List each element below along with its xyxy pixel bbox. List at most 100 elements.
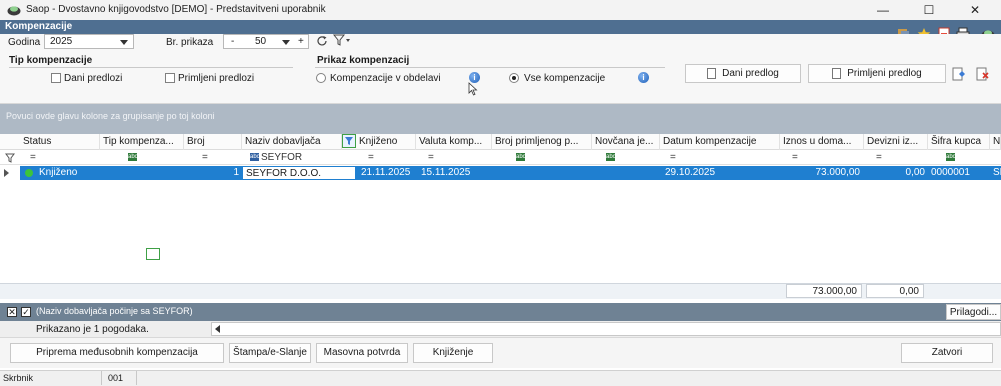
chevron-down-icon xyxy=(120,40,128,45)
column-header-currency-date[interactable]: Valuta komp... xyxy=(416,134,492,150)
total-amount-foreign: 0,00 xyxy=(866,284,924,298)
info-icon[interactable]: i xyxy=(638,72,649,83)
order-stepper[interactable]: - 50 + xyxy=(223,34,309,49)
filter-supplier-value: SEYFOR xyxy=(261,152,303,163)
all-compensations-label: Vse kompenzacije xyxy=(524,73,606,84)
filter-currency-equals[interactable]: = xyxy=(422,150,434,165)
column-header-compensation-date[interactable]: Datum kompenzacije xyxy=(660,134,780,150)
column-header-extra[interactable]: N xyxy=(990,134,1001,150)
empty-square-icon xyxy=(146,248,160,260)
filter-icon[interactable] xyxy=(333,34,351,46)
received-proposals-label: Primljeni predlozi xyxy=(178,73,255,84)
minimize-button[interactable]: — xyxy=(860,0,906,20)
column-header-amount-foreign[interactable]: Devizni iz... xyxy=(864,134,928,150)
row-compensation-date: 29.10.2025 xyxy=(665,167,716,178)
refresh-icon[interactable] xyxy=(316,35,328,47)
type-group-divider xyxy=(9,67,293,68)
column-header-amount-domestic[interactable]: Iznos u doma... xyxy=(780,134,864,150)
contains-icon: abc xyxy=(516,153,526,162)
status-divider xyxy=(136,371,137,385)
given-proposal-label: Dani predlog xyxy=(722,68,779,79)
contains-icon: abc xyxy=(946,153,956,162)
filter-row-icon xyxy=(5,153,15,163)
module-title: Kompenzacije xyxy=(5,21,73,32)
filter-supplier[interactable]: abcSEYFOR xyxy=(244,150,302,165)
column-header-type[interactable]: Tip kompenza... xyxy=(100,134,184,150)
document-icon xyxy=(832,68,842,79)
horizontal-scrollbar[interactable] xyxy=(211,322,1001,336)
row-status: Knjiženo xyxy=(39,167,78,178)
order-value: 50 xyxy=(255,36,267,47)
row-customer-code: 0000001 xyxy=(931,167,970,178)
status-bar xyxy=(0,370,1001,386)
filter-number-equals[interactable]: = xyxy=(196,150,208,165)
received-proposal-button[interactable]: Primljeni predlog xyxy=(808,64,946,83)
delete-document-icon[interactable] xyxy=(976,67,990,81)
given-proposals-checkbox[interactable] xyxy=(51,73,61,83)
received-proposal-label: Primljeni predlog xyxy=(847,68,922,79)
filter-booked-equals[interactable]: = xyxy=(362,150,374,165)
all-compensations-radio[interactable] xyxy=(509,73,519,83)
filter-foreign-equals[interactable]: = xyxy=(870,150,882,165)
in-progress-radio[interactable] xyxy=(316,73,326,83)
column-header-number[interactable]: Broj xyxy=(184,134,242,150)
close-button[interactable]: Zatvori xyxy=(901,343,993,363)
order-plus-button[interactable]: + xyxy=(298,36,304,47)
module-header xyxy=(0,20,1001,34)
filter-code-contains[interactable]: abc xyxy=(940,150,957,165)
mass-confirm-button[interactable]: Masovna potvrda xyxy=(316,343,408,363)
row-amount-domestic: 73.000,00 xyxy=(815,167,861,178)
booking-button[interactable]: Knjiženje xyxy=(413,343,493,363)
filter-received-contains[interactable]: abc xyxy=(510,150,527,165)
maximize-button[interactable]: ☐ xyxy=(906,0,952,20)
received-proposals-checkbox[interactable] xyxy=(165,73,175,83)
column-filter-icon[interactable] xyxy=(342,134,356,148)
group-by-hint: Povuci ovde glavu kolone za grupisanje p… xyxy=(6,111,215,121)
row-supplier[interactable]: SEYFOR D.O.O. xyxy=(242,166,356,180)
filter-cash-contains[interactable]: abc xyxy=(600,150,617,165)
column-header-supplier[interactable]: Naziv dobavljača xyxy=(242,134,342,150)
column-header-cash[interactable]: Novčana je... xyxy=(592,134,660,150)
order-minus-button[interactable]: - xyxy=(231,36,234,47)
given-proposal-button[interactable]: Dani predlog xyxy=(685,64,801,83)
grid-filter-row xyxy=(0,150,1001,165)
row-extra: SE xyxy=(993,167,1001,178)
display-group-title: Prikaz kompenzacij xyxy=(317,55,410,66)
column-header-received-number[interactable]: Broj primljenog p... xyxy=(492,134,592,150)
user-label: Skrbnik xyxy=(3,373,34,383)
print-send-button[interactable]: Štampa/e-Slanje xyxy=(229,343,311,363)
given-proposals-label: Dani predlozi xyxy=(64,73,123,84)
display-group-divider xyxy=(315,67,665,68)
status-dot-icon xyxy=(25,169,33,177)
column-header-booked[interactable]: Knjiženo xyxy=(356,134,416,150)
starts-with-icon: abc xyxy=(250,153,260,162)
type-group-title: Tip kompenzacije xyxy=(9,55,93,66)
order-label: Br. prikaza xyxy=(166,37,214,48)
prepare-compensations-button[interactable]: Priprema međusobnih kompenzacija xyxy=(10,343,224,363)
export-arrow-icon[interactable] xyxy=(952,67,966,81)
year-select[interactable]: 2025 xyxy=(44,34,134,49)
column-header-customer-code[interactable]: Šifra kupca xyxy=(928,134,990,150)
enable-filter-checkbox[interactable]: ✓ xyxy=(21,307,31,317)
scroll-left-icon[interactable] xyxy=(215,325,220,333)
record-count: Prikazano je 1 pogodaka. xyxy=(36,324,149,335)
row-indicator-icon xyxy=(4,169,9,177)
active-filter-text: (Naziv dobavljača počinje sa SEYFOR) xyxy=(36,306,193,316)
customize-button[interactable]: Prilagodi... xyxy=(946,304,1001,320)
filter-status-equals[interactable]: = xyxy=(24,150,36,165)
filter-type-contains[interactable]: abc xyxy=(122,150,139,165)
close-window-button[interactable]: ✕ xyxy=(952,0,998,20)
in-progress-label: Kompenzacije v obdelavi xyxy=(330,73,441,84)
chevron-down-icon[interactable] xyxy=(282,40,290,45)
user-value: 001 xyxy=(108,373,124,383)
status-divider xyxy=(101,371,102,385)
clear-filter-icon[interactable]: ✕ xyxy=(7,307,17,317)
year-value: 2025 xyxy=(50,36,73,47)
filter-amount-equals[interactable]: = xyxy=(786,150,798,165)
row-booked: 21.11.2025 xyxy=(361,167,411,178)
column-header-status[interactable]: Status xyxy=(20,134,100,150)
filter-date-equals[interactable]: = xyxy=(664,150,676,165)
mouse-cursor-icon xyxy=(468,82,478,96)
app-logo-icon xyxy=(7,6,21,16)
row-amount-foreign: 0,00 xyxy=(905,167,925,178)
